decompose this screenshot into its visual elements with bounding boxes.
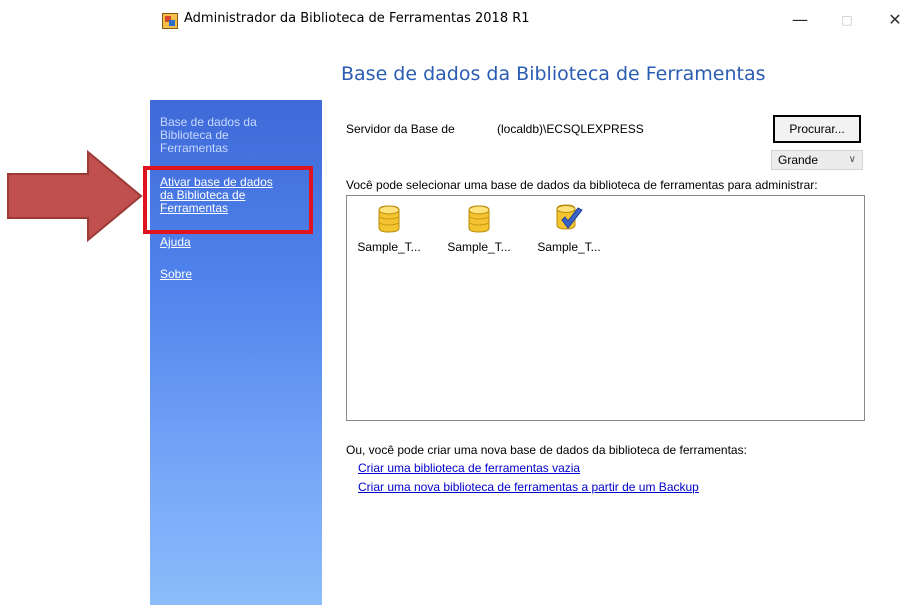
database-icon xyxy=(468,205,490,233)
annotation-arrow xyxy=(7,150,143,242)
app-icon xyxy=(162,13,178,29)
chevron-down-icon: ∨ xyxy=(848,154,856,165)
database-item[interactable]: Sample_T... xyxy=(349,204,429,264)
database-list[interactable]: Sample_T... Sample_T... Sample_T... xyxy=(346,195,865,421)
database-active-icon xyxy=(556,204,583,230)
database-item[interactable]: Sample_T... xyxy=(439,204,519,264)
create-database-text: Ou, você pode criar uma nova base de dad… xyxy=(346,443,747,457)
create-empty-library-link[interactable]: Criar uma biblioteca de ferramentas vazi… xyxy=(358,461,580,475)
server-label: Servidor da Base de xyxy=(346,122,455,136)
select-database-label: Você pode selecionar uma base de dados d… xyxy=(346,178,818,192)
browse-button[interactable]: Procurar... xyxy=(773,115,861,143)
database-name: Sample_T... xyxy=(447,240,511,254)
view-size-value: Grande xyxy=(778,153,819,167)
title-bar: Administrador da Biblioteca de Ferrament… xyxy=(150,0,920,38)
create-from-backup-link[interactable]: Criar uma nova biblioteca de ferramentas… xyxy=(358,480,699,494)
main-content: Servidor da Base de (localdb)\ECSQLEXPRE… xyxy=(322,100,920,605)
sidebar-item-about[interactable]: Sobre xyxy=(160,268,192,281)
page-header: Base de dados da Biblioteca de Ferrament… xyxy=(150,38,920,98)
view-size-select[interactable]: Grande ∨ xyxy=(771,150,863,170)
window-title: Administrador da Biblioteca de Ferrament… xyxy=(184,11,530,26)
minimize-button[interactable]: — xyxy=(780,7,820,33)
page-title: Base de dados da Biblioteca de Ferrament… xyxy=(341,63,766,85)
database-item-active[interactable]: Sample_T... xyxy=(529,204,609,264)
close-button[interactable]: ✕ xyxy=(875,7,915,33)
database-icon xyxy=(378,205,400,233)
sidebar-item-label: Ferramentas xyxy=(160,141,229,155)
server-value: (localdb)\ECSQLEXPRESS xyxy=(497,122,644,136)
database-name: Sample_T... xyxy=(537,240,601,254)
maximize-button[interactable]: □ xyxy=(827,7,867,33)
sidebar-item-database[interactable]: Base de dados da Biblioteca de Ferrament… xyxy=(160,116,257,155)
database-name: Sample_T... xyxy=(357,240,421,254)
annotation-highlight-box xyxy=(143,166,313,234)
sidebar-item-help[interactable]: Ajuda xyxy=(160,236,191,249)
app-window: Administrador da Biblioteca de Ferrament… xyxy=(150,0,920,605)
